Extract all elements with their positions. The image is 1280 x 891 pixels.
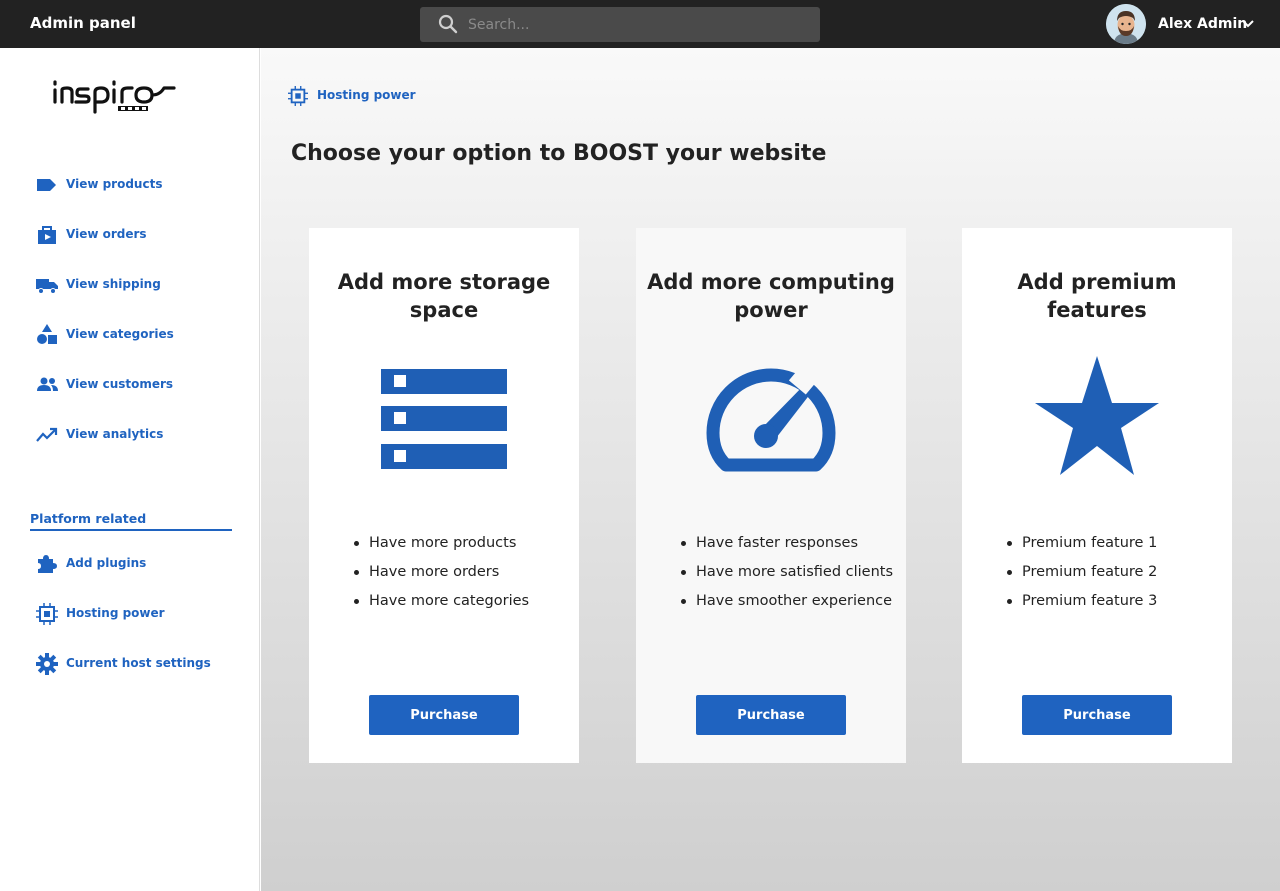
sidebar-item-categories[interactable]: View categories [36, 324, 246, 348]
top-bar: Admin panel Alex Admin [0, 0, 1280, 48]
sidebar-item-label: Add plugins [66, 556, 147, 570]
sidebar-item-label: View products [66, 177, 163, 191]
sidebar-item-hosting-power[interactable]: Hosting power [36, 603, 246, 627]
main-content: Hosting power Choose your option to BOOS… [261, 48, 1280, 891]
puzzle-icon [38, 555, 57, 573]
list-item: Premium feature 2 [1007, 563, 1222, 582]
sidebar-item-products[interactable]: View products [36, 174, 246, 198]
breadcrumb-label: Hosting power [317, 88, 416, 102]
sidebar-item-label: Current host settings [66, 656, 211, 670]
purchase-storage-button[interactable]: Purchase [369, 695, 519, 735]
inspiro-logo[interactable] [52, 76, 178, 118]
trend-icon [36, 427, 58, 442]
sidebar: View products View orders View shipping … [0, 48, 260, 891]
list-item: Premium feature 3 [1007, 592, 1222, 611]
avatar [1106, 4, 1146, 44]
user-menu[interactable]: Alex Admin [1106, 4, 1266, 44]
list-item: Have smoother experience [681, 592, 896, 611]
section-title-platform: Platform related [30, 511, 232, 531]
bag-icon [38, 226, 56, 244]
sidebar-item-label: View shipping [66, 277, 161, 291]
chip-icon [36, 603, 58, 625]
speedometer-icon [706, 357, 836, 472]
list-item: Premium feature 1 [1007, 534, 1222, 553]
sidebar-item-analytics[interactable]: View analytics [36, 424, 246, 448]
feature-list: Have more products Have more orders Have… [354, 534, 569, 621]
sidebar-item-label: View analytics [66, 427, 164, 441]
option-card-storage: Add more storage space Have more product… [309, 228, 579, 763]
server-icon [381, 369, 507, 469]
list-item: Have more satisfied clients [681, 563, 896, 582]
sidebar-item-label: View customers [66, 377, 174, 391]
star-icon [1035, 356, 1159, 475]
card-title: Add premium features [1017, 270, 1177, 322]
app-title: Admin panel [30, 14, 136, 32]
search-input[interactable] [468, 7, 808, 42]
shapes-icon [37, 324, 57, 344]
sidebar-item-plugins[interactable]: Add plugins [36, 553, 246, 577]
users-icon [37, 377, 58, 391]
purchase-premium-button[interactable]: Purchase [1022, 695, 1172, 735]
sidebar-item-orders[interactable]: View orders [36, 224, 246, 248]
gear-icon [36, 653, 58, 675]
sidebar-item-label: Hosting power [66, 606, 165, 620]
search-icon [438, 14, 458, 34]
list-item: Have more products [354, 534, 569, 553]
sidebar-item-customers[interactable]: View customers [36, 374, 246, 398]
sidebar-item-label: View categories [66, 327, 174, 341]
list-item: Have more categories [354, 592, 569, 611]
user-name: Alex Admin [1158, 16, 1248, 32]
option-card-premium: Add premium features Premium feature 1 P… [962, 228, 1232, 763]
chip-icon [288, 86, 308, 106]
chevron-down-icon[interactable] [1241, 17, 1255, 31]
feature-list: Have faster responses Have more satisfie… [681, 534, 896, 621]
card-title: Add more computing power [647, 270, 895, 322]
tag-icon [37, 179, 56, 191]
card-title: Add more storage space [337, 270, 551, 322]
sidebar-item-label: View orders [66, 227, 147, 241]
truck-icon [36, 279, 58, 294]
list-item: Have more orders [354, 563, 569, 582]
sidebar-item-shipping[interactable]: View shipping [36, 274, 246, 298]
list-item: Have faster responses [681, 534, 896, 553]
purchase-computing-button[interactable]: Purchase [696, 695, 846, 735]
feature-list: Premium feature 1 Premium feature 2 Prem… [1007, 534, 1222, 621]
option-card-computing: Add more computing power Have faster res… [636, 228, 906, 763]
page-title: Choose your option to BOOST your website [291, 141, 827, 166]
search-box[interactable] [420, 7, 820, 42]
sidebar-item-host-settings[interactable]: Current host settings [36, 653, 246, 677]
